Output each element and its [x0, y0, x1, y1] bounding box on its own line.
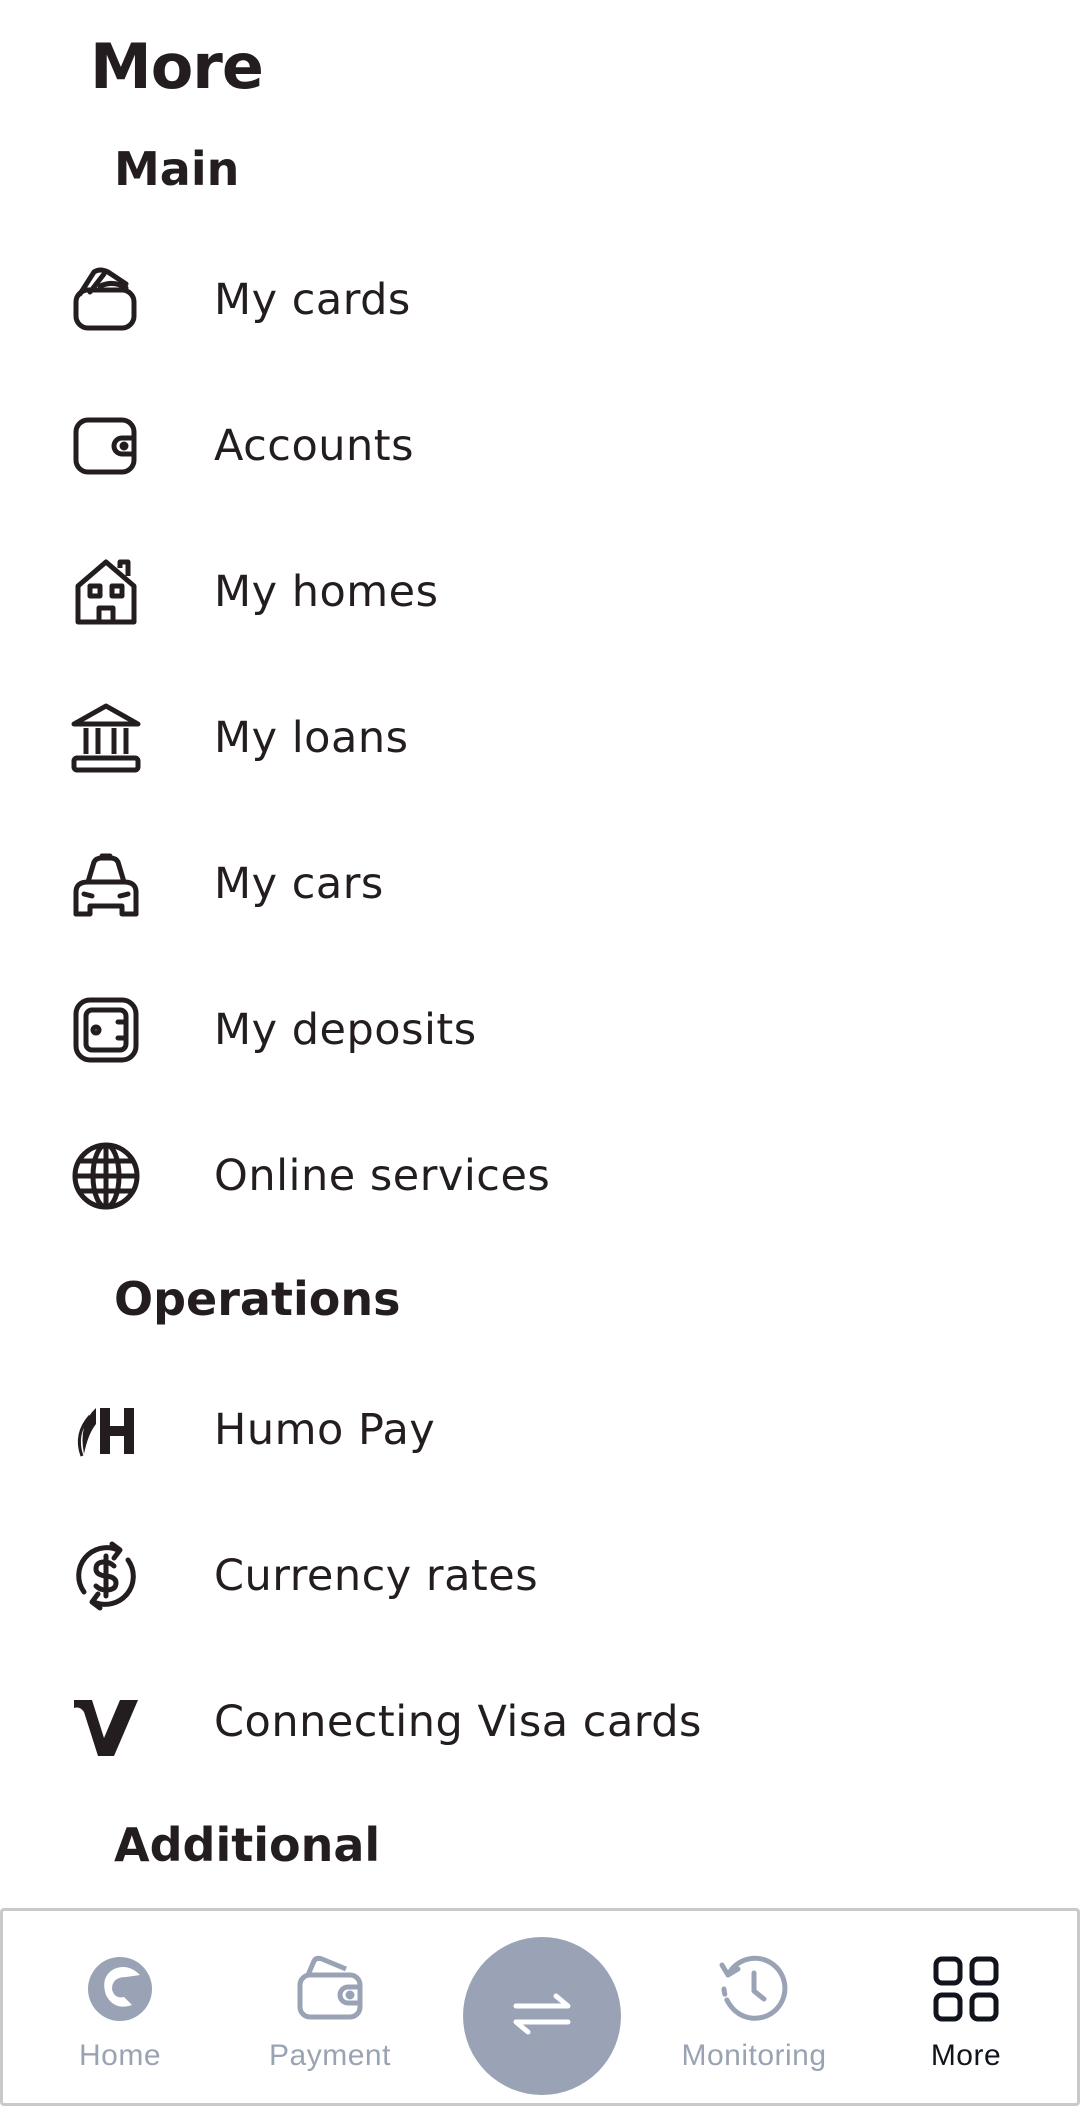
bottom-navigation: Home Payment Monitoring More	[0, 1908, 1080, 2106]
transfer-arrows-icon	[502, 1974, 582, 2058]
menu-item-label: My deposits	[214, 1005, 477, 1055]
section-title-operations: Operations	[114, 1272, 401, 1326]
transfer-button[interactable]	[463, 1937, 621, 2095]
nav-label: Home	[78, 2039, 162, 2072]
menu-item-label: My homes	[214, 567, 439, 617]
menu-item-label: Accounts	[214, 421, 415, 471]
menu-item-accounts[interactable]: Accounts	[0, 373, 1080, 519]
car-icon	[66, 848, 146, 920]
menu-item-my-homes[interactable]: My homes	[0, 519, 1080, 665]
nav-label: More	[930, 2039, 1002, 2072]
menu-item-label: My loans	[214, 713, 409, 763]
nav-monitoring[interactable]: Monitoring	[659, 1911, 849, 2103]
globe-icon	[66, 1140, 146, 1212]
menu-item-label: Connecting Visa cards	[214, 1697, 702, 1747]
history-icon	[718, 1953, 790, 2025]
safe-icon	[66, 994, 146, 1066]
menu-item-label: My cards	[214, 275, 411, 325]
menu-item-my-cards[interactable]: My cards	[0, 227, 1080, 373]
menu-item-label: Online services	[214, 1151, 551, 1201]
nav-home[interactable]: Home	[25, 1911, 215, 2103]
menu-item-humo-pay[interactable]: Humo Pay	[0, 1357, 1080, 1503]
menu-item-label: My cars	[214, 859, 384, 909]
menu-item-my-cars[interactable]: My cars	[0, 811, 1080, 957]
wallet-icon	[294, 1953, 366, 2025]
menu-item-my-loans[interactable]: My loans	[0, 665, 1080, 811]
currency-exchange-icon	[66, 1540, 146, 1612]
menu-item-my-deposits[interactable]: My deposits	[0, 957, 1080, 1103]
menu-item-currency-rates[interactable]: Currency rates	[0, 1503, 1080, 1649]
humo-logo-icon	[66, 1394, 146, 1466]
menu-item-online-services[interactable]: Online services	[0, 1103, 1080, 1249]
home-logo-icon	[84, 1953, 156, 2025]
menu-item-connecting-visa-cards[interactable]: Connecting Visa cards	[0, 1649, 1080, 1795]
menu-item-label: Currency rates	[214, 1551, 539, 1601]
menu-item-label: Humo Pay	[214, 1405, 436, 1455]
nav-more[interactable]: More	[871, 1911, 1061, 2103]
grid-icon	[930, 1953, 1002, 2025]
house-icon	[66, 556, 146, 628]
more-screen: More Main My cards Accounts My homes My …	[0, 0, 1080, 2106]
visa-logo-icon	[66, 1686, 146, 1758]
wallet-icon	[66, 410, 146, 482]
cards-icon	[66, 264, 146, 336]
section-title-main: Main	[114, 142, 240, 196]
page-title: More	[90, 30, 264, 103]
section-title-additional: Additional	[114, 1818, 381, 1872]
nav-label: Monitoring	[681, 2039, 827, 2072]
bank-icon	[66, 702, 146, 774]
nav-payment[interactable]: Payment	[235, 1911, 425, 2103]
nav-label: Payment	[269, 2039, 391, 2072]
